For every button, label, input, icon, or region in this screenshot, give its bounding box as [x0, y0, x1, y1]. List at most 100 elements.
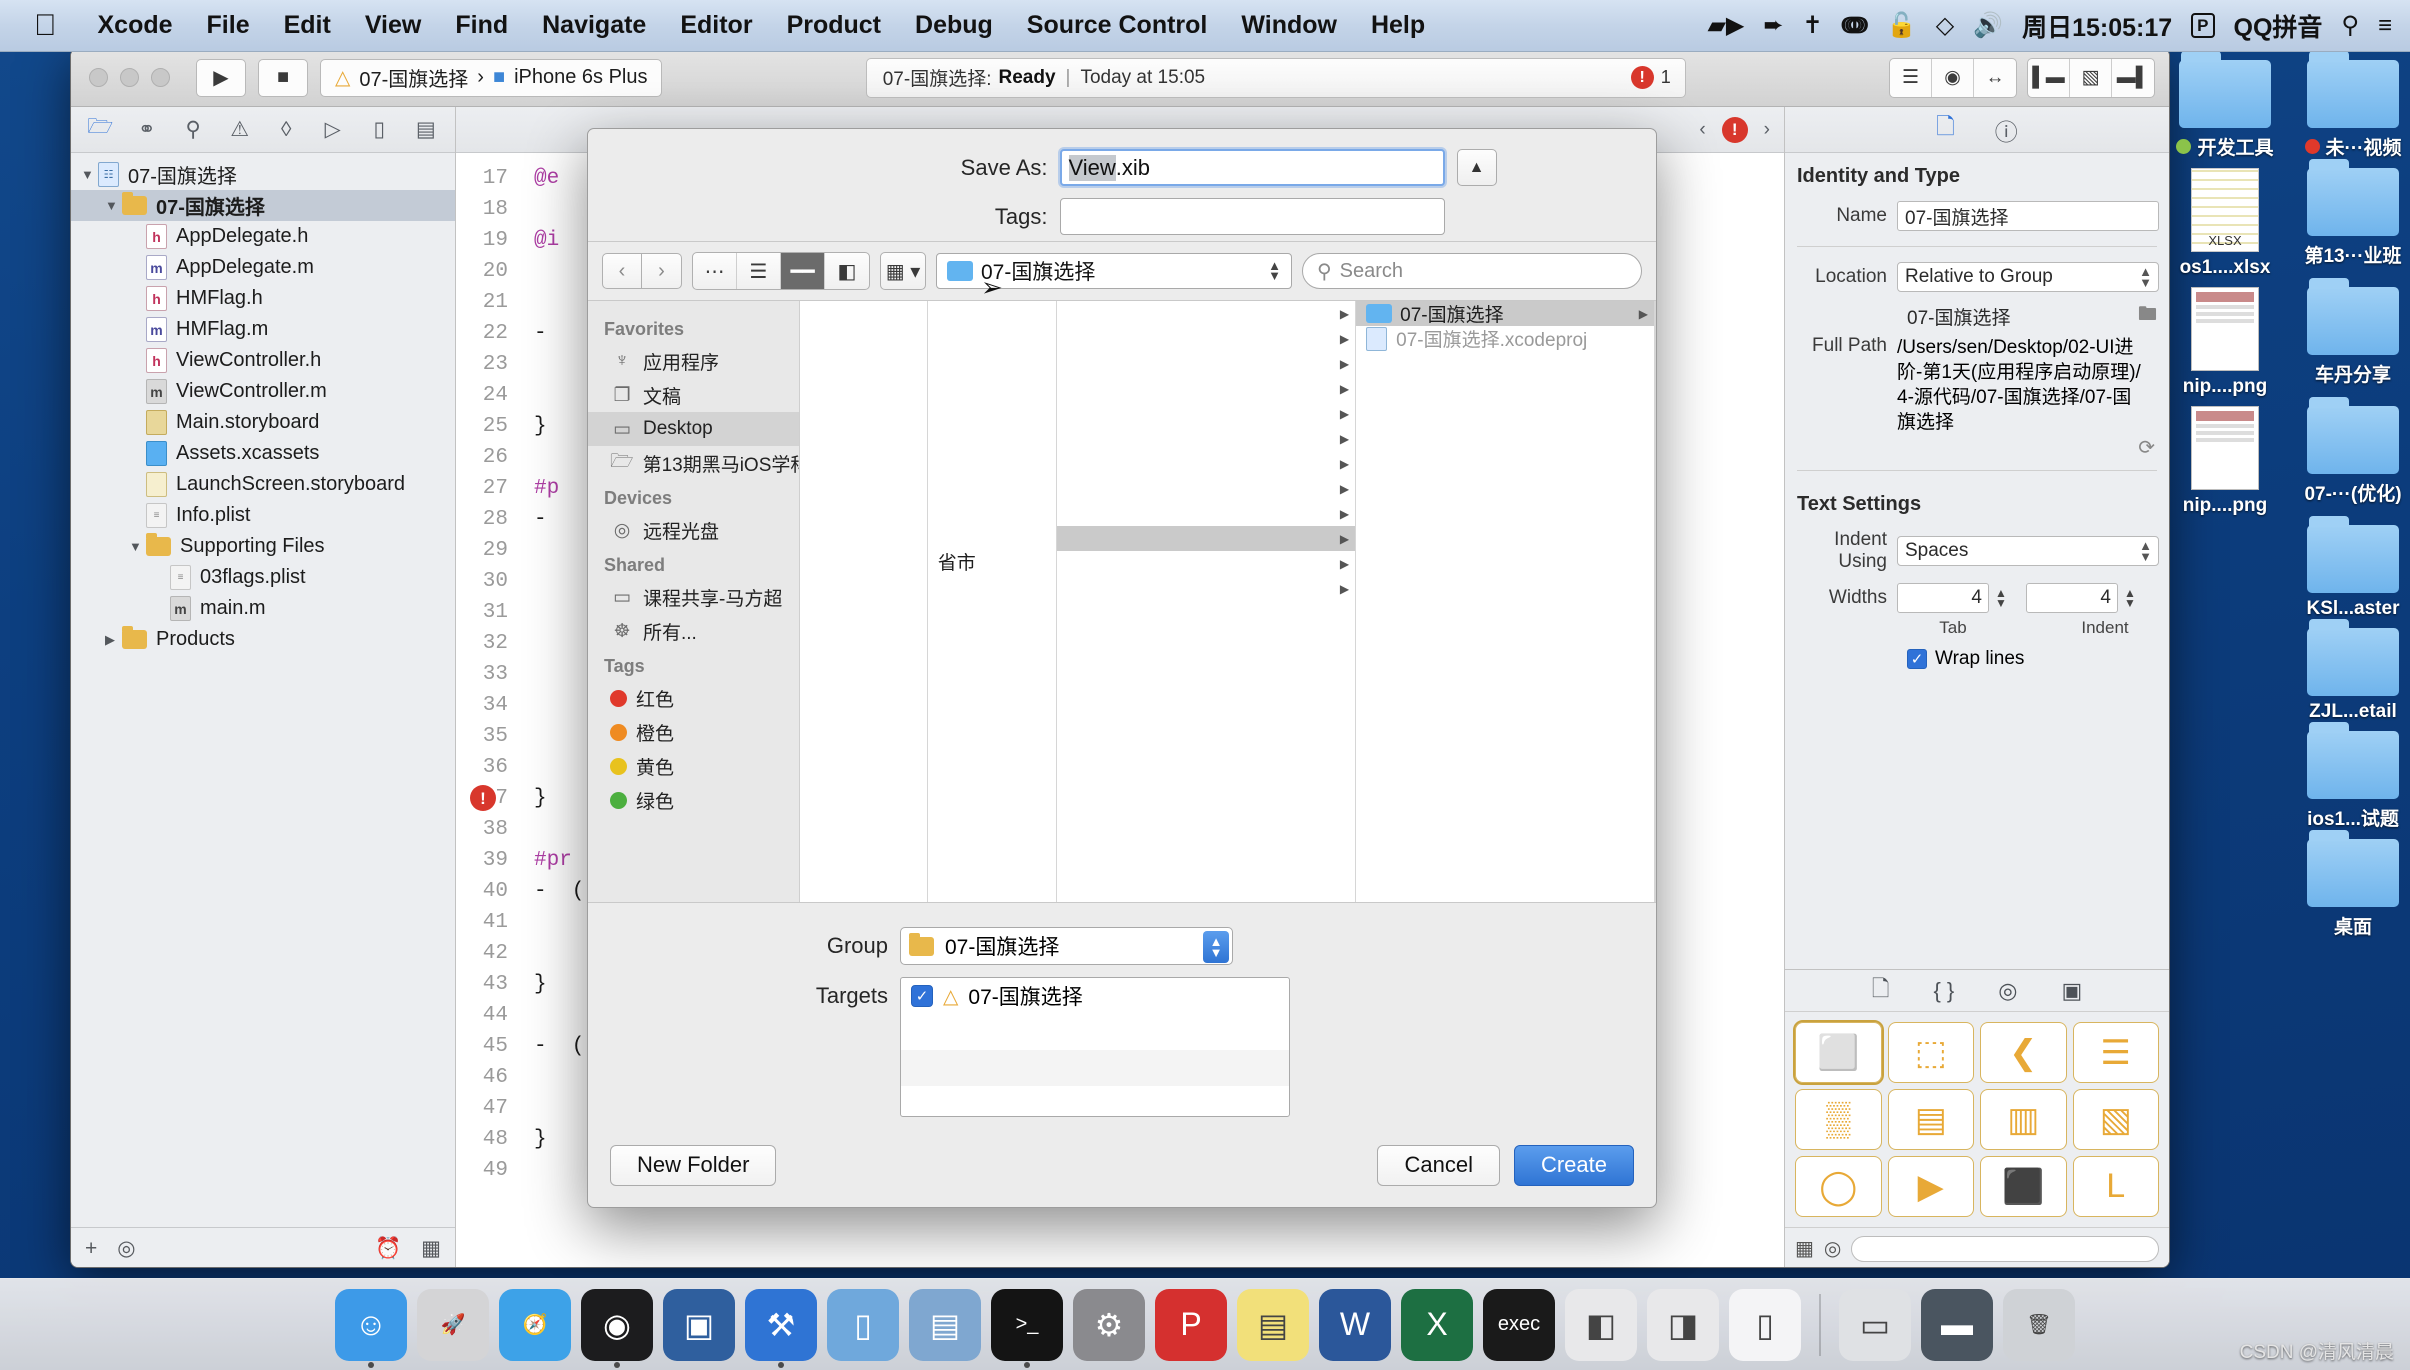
tab-debug-navigator[interactable]: ▷ — [310, 113, 357, 147]
sidebar-tag-item[interactable]: 橙色 — [588, 715, 799, 749]
desktop-icon[interactable]: KSl...aster — [2294, 516, 2410, 620]
browser-file-row[interactable]: ≡Info.plist — [1655, 476, 1656, 501]
volume-icon[interactable]: 🔊 — [1973, 11, 2003, 40]
show-debug-area-icon[interactable]: ▧ — [2070, 58, 2112, 97]
disclosure-down-icon[interactable]: ▼ — [81, 167, 98, 182]
lock-icon[interactable]: 🔓 — [1887, 11, 1917, 40]
menu-bar-clock[interactable]: 周日15:05:17 — [2022, 8, 2172, 44]
quick-help-icon[interactable]: ⓘ — [1995, 113, 2018, 147]
navigator-row[interactable]: ▼mmain.m — [71, 593, 455, 624]
navigator-row[interactable]: ▶ Products — [71, 624, 455, 655]
filter-icon[interactable]: ◎ — [117, 1236, 135, 1261]
navigator-row[interactable]: ▼≡Info.plist — [71, 500, 455, 531]
wrap-lines-row[interactable]: ✓ Wrap lines — [1785, 648, 2169, 670]
navigator-row[interactable]: ▼mHMFlag.m — [71, 314, 455, 345]
window-b-icon[interactable]: ◨ — [1647, 1288, 1719, 1361]
minimize-window-button[interactable] — [120, 68, 139, 87]
standard-editor-icon[interactable]: ☰ — [1890, 58, 1932, 97]
close-window-button[interactable] — [89, 68, 108, 87]
history-buttons[interactable]: ‹ › — [602, 253, 682, 289]
menu-item-editor[interactable]: Editor — [663, 11, 769, 40]
document-icon[interactable]: ▯ — [1729, 1288, 1801, 1361]
tab-width-stepper[interactable]: ▲ ▼ — [1992, 587, 2010, 609]
forward-chevron-icon[interactable]: › — [642, 253, 682, 289]
browser-row[interactable]: ▶ — [1057, 576, 1355, 601]
browser-file-row[interactable]: hHMFlag.h — [1655, 426, 1656, 451]
input-method-label[interactable]: QQ拼音 — [2234, 8, 2323, 44]
column-icon[interactable]: ▥ — [1980, 1089, 2067, 1150]
action-gear-icon[interactable]: ▦ ▾ — [881, 253, 925, 289]
desktop-icon[interactable]: ZJL...etail — [2294, 619, 2410, 723]
system-preferences-icon[interactable]: ⚙ — [1073, 1288, 1145, 1361]
desktop-icon[interactable]: ios1...试题 — [2294, 722, 2410, 831]
browser-file-row[interactable]: ≡03flags.plist — [1655, 301, 1656, 326]
name-input[interactable]: 07-国旗选择 — [1897, 201, 2159, 231]
notification-center-icon[interactable]: ≡ — [2378, 12, 2392, 40]
browser-selected-folder-row[interactable]: 07-国旗选择 ▶ — [1356, 301, 1654, 326]
desktop-icon[interactable]: 车丹分享 — [2294, 278, 2410, 398]
sidebar-item-folder-icon[interactable]: 🗁 第13期黑马iOS学科就业班 — [588, 446, 799, 480]
browser-file-row[interactable]: Base.lproj▶ — [1655, 401, 1656, 426]
xcode-icon[interactable]: ⚒ — [745, 1288, 817, 1361]
browser-project-file-row[interactable]: 07-国旗选择.xcodeproj — [1356, 326, 1654, 351]
tab-breakpoint-navigator[interactable]: ▯ — [356, 113, 403, 147]
media-library-icon[interactable]: ▣ — [2061, 978, 2082, 1004]
browser-row[interactable]: ▶ — [1057, 326, 1355, 351]
run-button[interactable]: ▶ — [196, 58, 246, 97]
navigator-row[interactable]: ▼≡03flags.plist — [71, 562, 455, 593]
tab-report-navigator[interactable]: ▤ — [403, 113, 450, 147]
tab-project-navigator[interactable]: 🗁 — [77, 113, 124, 147]
targets-list[interactable]: ✓ △ 07-国旗选择 — [900, 977, 1290, 1117]
dashed-rect-icon[interactable]: ⬚ — [1887, 1022, 1974, 1083]
input-source-badge[interactable]: P — [2191, 12, 2215, 39]
file-inspector-icon[interactable]: 🗋 — [1936, 110, 1955, 149]
desktop-icon[interactable]: 桌面 — [2294, 830, 2410, 939]
create-button[interactable]: Create — [1513, 1144, 1634, 1186]
navigator-row[interactable]: ▼Assets.xcassets — [71, 438, 455, 469]
safari-icon[interactable]: 🧭 — [499, 1288, 571, 1361]
menu-item-view[interactable]: View — [348, 11, 439, 40]
library-item-grid[interactable]: ⬜ ⬚ ❮ ☰ ▒ ▤ ▥ ▧ ◯ ▶ ⬛ L — [1785, 1012, 2169, 1227]
desktop-icon[interactable]: nip....png — [2166, 287, 2284, 398]
sidebar-tag-item[interactable]: 红色 — [588, 681, 799, 715]
column-mid-row[interactable]: 省市 — [928, 549, 1057, 574]
presentation-icon[interactable]: ▭ — [1839, 1288, 1911, 1361]
list-view-icon[interactable]: ☰ — [737, 253, 781, 289]
tab-test-navigator[interactable]: ◊ — [263, 113, 310, 147]
window-traffic-lights[interactable] — [85, 68, 184, 87]
excel-icon[interactable]: X — [1401, 1288, 1473, 1361]
window-a-icon[interactable]: ◧ — [1565, 1288, 1637, 1361]
sidebar-item-laptop-icon[interactable]: ▭ 课程共享-马方超 — [588, 580, 799, 614]
view-mode-segment[interactable]: ⋯ ☰ ━━ ◧ — [692, 252, 870, 290]
scheme-selector[interactable]: △ 07-国旗选择 › ■ iPhone 6s Plus — [320, 58, 663, 97]
spotlight-search-icon[interactable]: ⚲ — [2341, 11, 2359, 40]
navigator-row[interactable]: ▼Main.storyboard — [71, 407, 455, 438]
version-editor-icon[interactable]: ↔ — [1974, 59, 2016, 97]
browser-file-row[interactable]: mmain.m — [1655, 501, 1656, 526]
circle-icon[interactable]: ◯ — [1795, 1156, 1882, 1217]
panel-toggle-segment[interactable]: ▌▬ ▧ ▬▌ — [2027, 57, 2155, 98]
bluetooth-icon[interactable]: ↈ — [1842, 12, 1868, 40]
menu-item-window[interactable]: Window — [1224, 11, 1354, 40]
disclosure-down-icon[interactable]: ▼ — [129, 539, 146, 554]
icon-view-icon[interactable]: ⋯ — [693, 253, 737, 289]
instruments-icon[interactable]: ▤ — [909, 1288, 981, 1361]
browser-row[interactable]: ▶ — [1057, 526, 1356, 551]
browser-file-row[interactable]: mHMFlag.m — [1655, 451, 1656, 476]
simulator-icon[interactable]: ▯ — [827, 1288, 899, 1361]
stop-button[interactable]: ■ — [258, 58, 308, 97]
terminal-icon[interactable]: >_ — [991, 1288, 1063, 1361]
navigator-row[interactable]: ▼mViewController.m — [71, 376, 455, 407]
sidebar-item-desktop-icon[interactable]: ▭ Desktop — [588, 412, 800, 446]
back-chevron-icon[interactable]: ❮ — [1980, 1022, 2067, 1083]
sidebar-tag-item[interactable]: 黄色 — [588, 749, 799, 783]
card-icon[interactable]: ▧ — [2072, 1089, 2159, 1150]
sidebar-item-disc-icon[interactable]: ◎ 远程光盘 — [588, 513, 799, 547]
screen-record-icon[interactable]: ▰▶ — [1707, 11, 1744, 40]
finder-icon[interactable]: ☺ — [335, 1288, 407, 1361]
recent-files-icon[interactable]: ⏰ — [375, 1237, 401, 1261]
tab-find-navigator[interactable]: ⚲ — [170, 113, 217, 147]
displays-icon[interactable]: ▬ — [1921, 1288, 1993, 1361]
apple-icon[interactable]:  — [34, 10, 57, 41]
play-circle-icon[interactable]: ▶ — [1887, 1156, 1974, 1217]
